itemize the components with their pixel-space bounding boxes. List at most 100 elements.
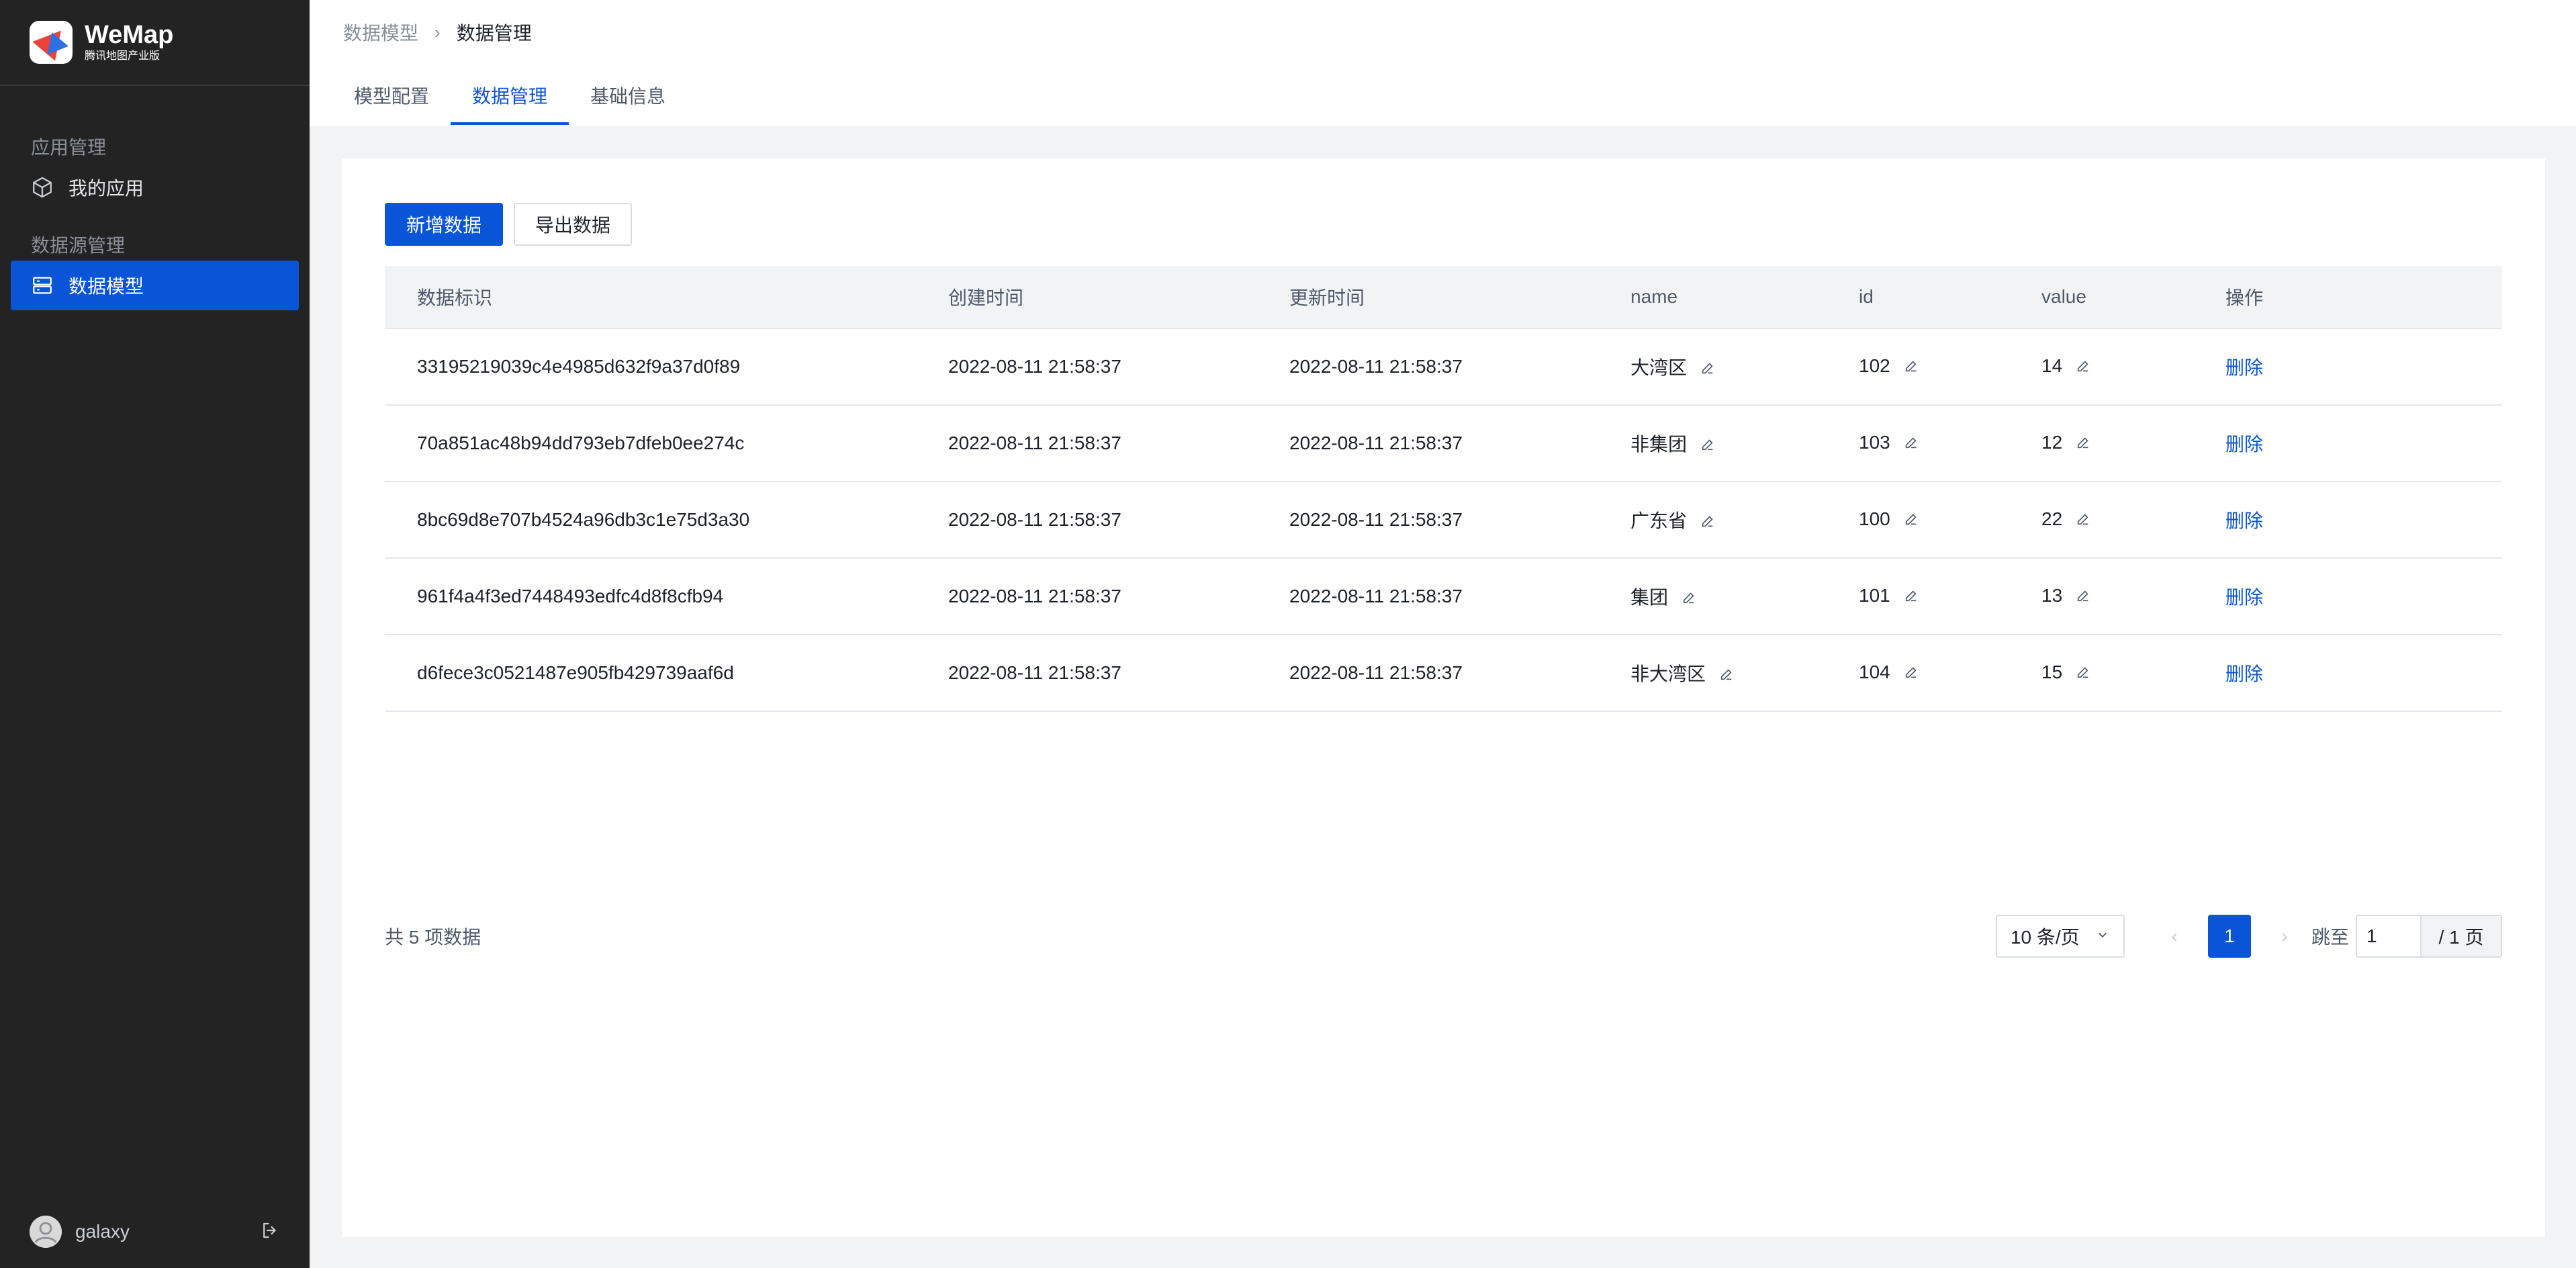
prev-page-icon[interactable]: ‹ [2161,915,2188,958]
cell-created: 2022-08-11 21:58:37 [948,509,1121,530]
delete-link[interactable]: 删除 [2225,510,2263,531]
breadcrumb-parent[interactable]: 数据模型 [343,19,418,46]
cell-id: 103 [1859,432,1890,453]
sidebar-item-my-apps[interactable]: 我的应用 [11,163,299,212]
sidebar-group-title-datasource: 数据源管理 [31,235,126,256]
page-jumper: / 1 页 [2356,915,2502,958]
page-size-select[interactable]: 10 条/页 [1995,915,2125,958]
data-table: 数据标识 创建时间 更新时间 name id value 操作 33195219… [385,266,2502,712]
total-count: 共 5 项数据 [385,927,481,948]
edit-icon[interactable] [1700,359,1715,380]
total-pages: / 1 页 [2420,916,2501,956]
toolbar: 新增数据 导出数据 [385,203,633,246]
add-data-button[interactable]: 新增数据 [385,203,504,246]
edit-icon[interactable] [2076,586,2090,608]
table-row: 70a851ac48b94dd793eb7dfeb0ee274c 2022-08… [385,406,2502,482]
edit-icon[interactable] [1904,357,1919,378]
app-subtitle: 腾讯地图产业版 [85,50,160,62]
edit-icon[interactable] [2076,433,2090,455]
column-header-actions: 操作 [2225,287,2264,308]
app-title: WeMap [85,21,174,49]
export-data-button[interactable]: 导出数据 [514,203,633,246]
column-header-id: id [1859,286,1874,307]
edit-icon[interactable] [2076,357,2090,378]
cell-value: 13 [2041,585,2063,606]
cell-value: 14 [2041,355,2063,377]
cell-created: 2022-08-11 21:58:37 [948,433,1121,453]
column-header-key: 数据标识 [417,287,493,308]
page-number-current[interactable]: 1 [2207,915,2251,958]
table-header: 数据标识 创建时间 更新时间 name id value 操作 [385,266,2502,329]
cell-key: 8bc69d8e707b4524a96db3c1e75d3a30 [417,509,750,530]
table-row: 8bc69d8e707b4524a96db3c1e75d3a30 2022-08… [385,482,2502,559]
jump-page-input[interactable] [2357,916,2420,956]
delete-link[interactable]: 删除 [2225,357,2263,378]
cell-value: 12 [2041,432,2063,453]
edit-icon[interactable] [1904,510,1919,531]
cell-name: 大湾区 [1630,357,1688,378]
jump-label: 跳至 [2311,927,2349,948]
page-size-value: 10 条/页 [2010,927,2080,948]
column-header-updated: 更新时间 [1289,287,1365,308]
pagination: 10 条/页 ‹ 1 › 跳至 / 1 页 [1995,915,2502,958]
sidebar-item-data-model[interactable]: 数据模型 [11,261,299,310]
cell-key: 961f4a4f3ed7448493edfc4d8f8cfb94 [417,586,724,606]
cell-updated: 2022-08-11 21:58:37 [1289,356,1463,377]
tab-model-config[interactable]: 模型配置 [332,64,451,126]
table-row: d6fece3c0521487e905fb429739aaf6d 2022-08… [385,635,2502,712]
sidebar: WeMap 腾讯地图产业版 应用管理 我的应用 数据源管理 数据模型 galax… [0,0,310,1268]
edit-icon[interactable] [1700,512,1715,533]
tab-basic-info[interactable]: 基础信息 [569,64,687,126]
tab-data-management[interactable]: 数据管理 [451,64,569,126]
cell-updated: 2022-08-11 21:58:37 [1289,433,1463,453]
cell-name: 广东省 [1630,510,1688,531]
cell-key: 70a851ac48b94dd793eb7dfeb0ee274c [417,433,745,453]
edit-icon[interactable] [1682,588,1696,610]
cell-id: 100 [1859,508,1890,530]
edit-icon[interactable] [2076,510,2090,531]
chevron-down-icon [2095,925,2110,947]
breadcrumb-current: 数据管理 [456,23,532,44]
logo[interactable]: WeMap 腾讯地图产业版 [0,0,310,86]
logout-icon[interactable] [260,1220,280,1244]
user-panel: galaxy [30,1216,280,1248]
cell-id: 104 [1859,662,1890,683]
column-header-created: 创建时间 [948,287,1024,308]
next-page-icon[interactable]: › [2271,915,2298,958]
cell-name: 非大湾区 [1630,664,1706,684]
sidebar-group-title-app: 应用管理 [31,137,107,158]
cell-id: 102 [1859,355,1890,377]
cell-created: 2022-08-11 21:58:37 [948,662,1121,683]
cell-value: 22 [2041,508,2063,530]
user-name: galaxy [75,1221,130,1242]
main-area: 数据模型 › 数据管理 模型配置 数据管理 基础信息 新增数据 导出数据 数据标… [310,0,2576,1268]
cell-updated: 2022-08-11 21:58:37 [1289,509,1463,530]
cell-updated: 2022-08-11 21:58:37 [1289,586,1463,606]
content-panel: 新增数据 导出数据 数据标识 创建时间 更新时间 name id value 操… [342,158,2545,1237]
edit-icon[interactable] [1904,663,1919,684]
wemap-logo-icon [30,21,73,64]
cell-value: 15 [2041,662,2063,683]
delete-link[interactable]: 删除 [2225,587,2263,608]
column-header-value: value [2041,286,2086,307]
delete-link[interactable]: 删除 [2225,434,2263,455]
cell-key: d6fece3c0521487e905fb429739aaf6d [417,662,734,683]
table-row: 961f4a4f3ed7448493edfc4d8f8cfb94 2022-08… [385,559,2502,635]
cell-key: 33195219039c4e4985d632f9a37d0f89 [417,356,741,377]
edit-icon[interactable] [2076,663,2090,684]
cell-updated: 2022-08-11 21:58:37 [1289,662,1463,683]
chevron-right-icon: › [434,21,441,42]
avatar[interactable] [30,1216,62,1248]
column-header-name: name [1630,286,1678,307]
table-footer: 共 5 项数据 10 条/页 ‹ 1 › 跳至 / 1 页 [385,915,2502,958]
table-row: 33195219039c4e4985d632f9a37d0f89 2022-08… [385,329,2502,406]
tabs: 模型配置 数据管理 基础信息 [310,64,2576,126]
edit-icon[interactable] [1700,435,1715,457]
cell-id: 101 [1859,585,1890,606]
database-icon [31,274,54,297]
cell-created: 2022-08-11 21:58:37 [948,586,1121,606]
edit-icon[interactable] [1719,665,1734,686]
delete-link[interactable]: 删除 [2225,664,2263,684]
edit-icon[interactable] [1904,586,1919,608]
edit-icon[interactable] [1904,433,1919,455]
